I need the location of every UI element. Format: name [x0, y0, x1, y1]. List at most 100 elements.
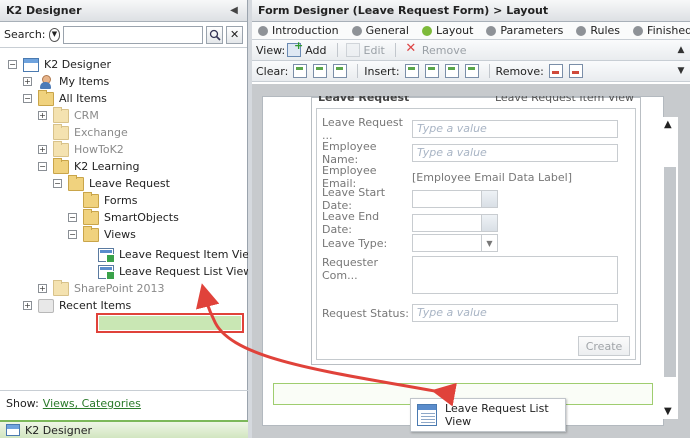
designer-icon — [6, 424, 20, 436]
step-finished[interactable]: Finished — [633, 24, 690, 37]
drag-ghost-label: Leave Request List View — [445, 402, 549, 428]
step-layout[interactable]: Layout — [421, 24, 473, 37]
tree-node-label: HowToK2 — [74, 143, 124, 156]
tree-node-label: Views — [104, 228, 136, 241]
employee-email-data-label: [Employee Email Data Label] — [412, 170, 573, 184]
show-filter-link[interactable]: Views, Categories — [43, 397, 141, 410]
expand-icon[interactable]: + — [38, 284, 47, 293]
folder-icon — [53, 279, 69, 296]
tree-node-sharepoint-2013[interactable]: + SharePoint 2013 — [38, 279, 165, 297]
employee-name-input[interactable]: Type a value — [412, 144, 618, 162]
step-introduction[interactable]: Introduction — [258, 24, 339, 37]
field-leave-end-date: Leave End Date: — [322, 210, 622, 236]
clear-cell-icon[interactable] — [293, 64, 308, 78]
expand-icon[interactable]: + — [23, 301, 32, 310]
insert-row-below-icon[interactable] — [464, 64, 479, 78]
search-button[interactable] — [206, 25, 224, 44]
tree-node-leave-request-list-view[interactable]: Leave Request List View — [98, 263, 252, 280]
tree-node-label: K2 Learning — [74, 160, 140, 173]
leave-type-dropdown[interactable]: ▼ — [412, 234, 498, 252]
button-label: Edit — [363, 43, 385, 57]
step-dot-icon — [258, 25, 268, 36]
expand-icon[interactable]: + — [23, 77, 32, 86]
k2-designer-tab[interactable]: K2 Designer — [0, 420, 248, 438]
insert-row-above-icon[interactable] — [444, 64, 459, 78]
collapse-icon[interactable]: − — [38, 162, 47, 171]
remove-x-icon: ✕ — [405, 41, 417, 56]
leave-request-input[interactable]: Type a value — [412, 120, 618, 138]
clear-table-icon[interactable] — [333, 64, 348, 78]
leave-start-date-picker[interactable] — [412, 190, 498, 208]
dragged-view-ghost[interactable]: Leave Request List View — [410, 398, 566, 432]
tree-node-recent-items[interactable]: + Recent Items — [23, 297, 131, 314]
designer-icon — [23, 57, 39, 72]
create-button[interactable]: Create — [578, 336, 630, 356]
tree-node-leave-request[interactable]: − Leave Request — [53, 174, 170, 192]
calendar-icon[interactable] — [481, 215, 497, 231]
search-input[interactable] — [63, 25, 204, 44]
tree-node-smartobjects[interactable]: − SmartObjects — [68, 208, 179, 226]
insert-column-left-icon[interactable] — [404, 64, 419, 78]
collapse-left-icon[interactable]: ◀ — [227, 4, 241, 18]
chevron-down-icon[interactable]: ▼ — [481, 235, 497, 251]
request-status-input[interactable]: Type a value — [412, 304, 618, 322]
tree-node-howtok2[interactable]: + HowToK2 — [38, 140, 124, 158]
tree-node-leave-request-item-view[interactable]: Leave Request Item View — [98, 246, 258, 263]
leave-request-item-view[interactable]: Leave Request Leave Request Item View Le… — [311, 96, 641, 365]
tab-label: K2 Designer — [25, 423, 92, 437]
collapse-icon[interactable]: − — [68, 230, 77, 239]
toolbar-collapse-icon[interactable]: ▲ — [674, 43, 688, 57]
selected-node-highlight — [96, 313, 244, 333]
field-leave-start-date: Leave Start Date: — [322, 186, 622, 212]
clear-search-button[interactable]: ✕ — [226, 25, 243, 44]
collapse-icon[interactable]: − — [23, 94, 32, 103]
requester-comments-textarea[interactable] — [412, 256, 618, 294]
field-label: Employee Name: — [322, 140, 377, 166]
field-requester-comments: Requester Com... — [322, 256, 622, 294]
scroll-down-icon[interactable]: ▼ — [664, 406, 672, 417]
remove-row-icon[interactable] — [568, 64, 583, 78]
folder-icon — [53, 123, 69, 140]
expand-icon[interactable]: + — [38, 111, 47, 120]
insert-column-right-icon[interactable] — [424, 64, 439, 78]
toolbar-expand-icon[interactable]: ▼ — [674, 64, 688, 78]
add-view-button[interactable]: Add — [285, 39, 327, 57]
tree-node-my-items[interactable]: + My Items — [23, 73, 109, 90]
step-general[interactable]: General — [351, 24, 409, 37]
calendar-icon[interactable] — [481, 191, 497, 207]
field-label: Leave Start Date: — [322, 186, 386, 212]
tree-node-crm[interactable]: + CRM — [38, 106, 99, 124]
tree-node-k2-learning[interactable]: − K2 Learning — [38, 157, 140, 175]
search-bar: Search: ▼ ✕ — [0, 22, 247, 48]
button-label: Remove — [421, 43, 467, 57]
search-options-icon[interactable]: ▼ — [48, 27, 61, 42]
step-parameters[interactable]: Parameters — [486, 24, 563, 37]
collapse-icon[interactable]: − — [68, 213, 77, 222]
tree-node-k2-designer[interactable]: − K2 Designer — [8, 56, 111, 73]
step-rules[interactable]: Rules — [576, 24, 620, 37]
remove-label: Remove: — [495, 64, 544, 78]
leave-end-date-picker[interactable] — [412, 214, 498, 232]
tree-node-all-items[interactable]: − All Items — [23, 89, 107, 107]
scroll-thumb[interactable] — [664, 167, 676, 377]
step-dot-icon — [351, 25, 362, 36]
collapse-icon[interactable]: − — [53, 179, 62, 188]
vertical-scrollbar[interactable]: ▲ ▼ — [662, 117, 678, 419]
folder-open-icon — [38, 89, 54, 106]
edit-view-button[interactable]: Edit — [344, 43, 385, 57]
tree-node-views[interactable]: − Views — [68, 225, 136, 243]
step-dot-icon — [633, 25, 644, 36]
insert-label: Insert: — [364, 64, 400, 78]
expand-icon[interactable]: + — [38, 145, 47, 154]
collapse-icon[interactable]: − — [8, 60, 17, 69]
tree-node-forms[interactable]: Forms — [83, 191, 137, 209]
field-label: Leave End Date: — [322, 210, 380, 236]
tree-node-exchange[interactable]: Exchange — [53, 123, 128, 141]
scroll-up-icon[interactable]: ▲ — [664, 119, 672, 130]
clear-row-icon[interactable] — [313, 64, 328, 78]
remove-column-icon[interactable] — [548, 64, 563, 78]
tree-node-label: Leave Request List View — [119, 265, 253, 278]
tree-node-label: Leave Request — [89, 177, 170, 190]
remove-view-button[interactable]: ✕ Remove — [402, 41, 467, 57]
button-label: Add — [305, 43, 327, 57]
